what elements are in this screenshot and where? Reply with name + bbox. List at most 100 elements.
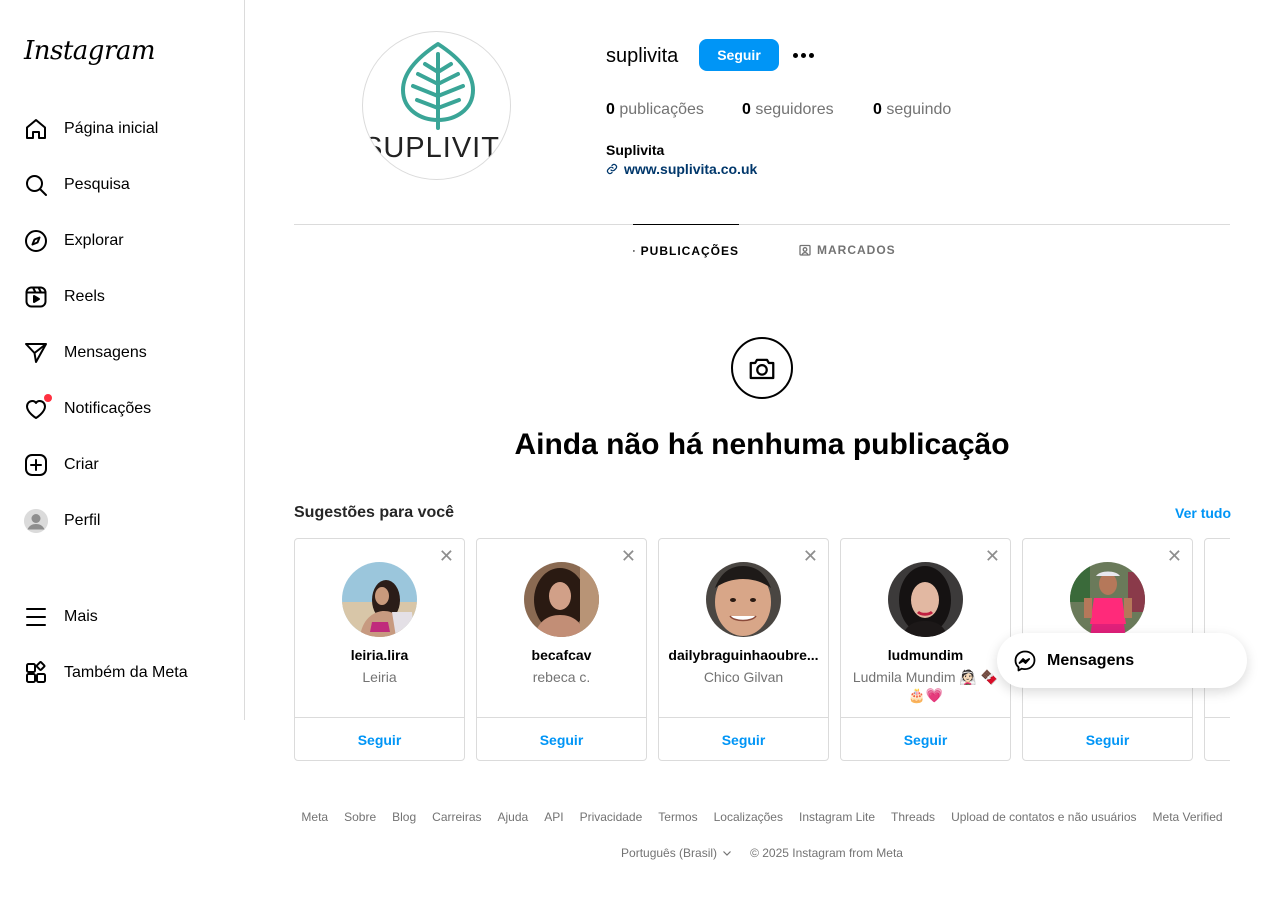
follow-suggestion-button[interactable]: Seguir	[477, 732, 646, 748]
footer-link[interactable]: Privacidade	[580, 810, 643, 824]
sidebar-item-reels[interactable]: Reels	[12, 273, 232, 321]
avatar[interactable]	[888, 562, 963, 637]
language-selector[interactable]: Português (Brasil)	[621, 846, 732, 860]
tagged-icon	[799, 244, 811, 256]
heart-icon	[24, 394, 52, 421]
avatar[interactable]	[706, 562, 781, 637]
messenger-icon	[1014, 650, 1036, 671]
footer-bottom: Português (Brasil) © 2025 Instagram from…	[294, 846, 1230, 860]
footer-link[interactable]: Meta Verified	[1153, 810, 1223, 824]
close-icon[interactable]: ✕	[803, 547, 818, 565]
home-icon	[24, 117, 48, 141]
copyright: © 2025 Instagram from Meta	[750, 846, 903, 860]
tab-posts[interactable]: PUBLICAÇÕES	[633, 224, 739, 276]
sidebar: Instagram Página inicial Pesquisa Explor…	[0, 0, 245, 720]
footer-links: Meta Sobre Blog Carreiras Ajuda API Priv…	[294, 810, 1230, 824]
sidebar-item-label: Também da Meta	[64, 664, 188, 681]
sidebar-item-label: Página inicial	[64, 120, 159, 137]
suggestion-name: Ludmila Mundim 👰🏻 🍫🎂💗	[852, 669, 999, 703]
notification-dot	[44, 394, 52, 402]
card-divider	[477, 717, 646, 718]
link-icon	[606, 163, 618, 175]
profile-divider	[294, 224, 1230, 225]
camera-icon	[731, 337, 793, 399]
card-divider	[1205, 717, 1230, 718]
sidebar-item-label: Mais	[64, 608, 98, 625]
tab-tagged[interactable]: MARCADOS	[799, 224, 896, 276]
suggestion-card: ✕ leiria.lira Leiria Seguir	[294, 538, 465, 761]
footer-link[interactable]: Meta	[301, 810, 328, 824]
footer-link[interactable]: Blog	[392, 810, 416, 824]
messages-floating-button[interactable]: Mensagens	[997, 633, 1247, 688]
sidebar-item-home[interactable]: Página inicial	[12, 105, 232, 153]
footer-link[interactable]: Threads	[891, 810, 935, 824]
profile-logo-text: SUPLIVITA	[363, 132, 511, 164]
card-divider	[659, 717, 828, 718]
follow-suggestion-button[interactable]: Seguir	[295, 732, 464, 748]
sidebar-item-search[interactable]: Pesquisa	[12, 161, 232, 209]
compass-icon	[24, 229, 48, 253]
sidebar-item-label: Criar	[64, 456, 99, 473]
sidebar-item-explore[interactable]: Explorar	[12, 217, 232, 265]
menu-icon	[24, 605, 48, 629]
sidebar-item-label: Perfil	[64, 512, 101, 529]
suggestions-title: Sugestões para você	[294, 504, 455, 521]
sidebar-item-notifications[interactable]: Notificações	[12, 385, 232, 433]
sidebar-item-also-from-meta[interactable]: Também da Meta	[12, 649, 232, 697]
suggestion-username[interactable]: ludmundim	[847, 647, 1004, 663]
grid-icon	[24, 661, 48, 685]
chevron-down-icon	[723, 851, 731, 856]
footer-link[interactable]: Instagram Lite	[799, 810, 875, 824]
close-icon[interactable]: ✕	[621, 547, 636, 565]
grid-icon	[633, 249, 635, 252]
followers-count[interactable]: 0 seguidores	[742, 101, 834, 119]
card-divider	[841, 717, 1010, 718]
profile-website-link[interactable]: www.suplivita.co.uk	[606, 161, 757, 177]
suggestion-name: rebeca c.	[532, 669, 591, 685]
card-divider	[1023, 717, 1192, 718]
suggestion-username[interactable]: becafcav	[483, 647, 640, 663]
footer-link[interactable]: Sobre	[344, 810, 376, 824]
avatar[interactable]	[524, 562, 599, 637]
footer-link[interactable]: Carreiras	[432, 810, 481, 824]
suggestion-username[interactable]: dailybraguinhaoubre...	[665, 647, 822, 663]
profile-username: suplivita	[606, 45, 679, 67]
posts-count: 0 publicações	[606, 101, 704, 118]
avatar[interactable]	[342, 562, 417, 637]
footer-link[interactable]: Localizações	[714, 810, 783, 824]
suggestion-username[interactable]: leiria.lira	[301, 647, 458, 663]
paper-plane-icon	[24, 341, 48, 365]
profile-full-name: Suplivita	[606, 142, 665, 158]
sidebar-item-messages[interactable]: Mensagens	[12, 329, 232, 377]
sidebar-item-label: Notificações	[64, 400, 152, 417]
suggestion-name: Leiria	[362, 669, 397, 685]
avatar[interactable]	[1070, 562, 1145, 637]
suggestion-card: ✕ dailybraguinhaoubre... Chico Gilvan Se…	[658, 538, 829, 761]
sidebar-item-more[interactable]: Mais	[12, 593, 232, 641]
see-all-link[interactable]: Ver tudo	[1175, 505, 1231, 521]
plus-square-icon	[24, 453, 48, 477]
instagram-logo[interactable]: Instagram	[24, 36, 156, 66]
close-icon[interactable]: ✕	[1167, 547, 1182, 565]
sidebar-item-label: Mensagens	[64, 344, 147, 361]
card-divider	[295, 717, 464, 718]
profile-picture[interactable]: SUPLIVITA	[362, 31, 511, 180]
following-count[interactable]: 0 seguindo	[873, 101, 951, 119]
sidebar-item-label: Pesquisa	[64, 176, 130, 193]
footer-link[interactable]: Ajuda	[498, 810, 529, 824]
follow-suggestion-button[interactable]: Seguir	[841, 732, 1010, 748]
reels-icon	[24, 285, 48, 309]
follow-suggestion-button[interactable]: Seguir	[1023, 732, 1192, 748]
suggestion-card: ✕ ludmundim Ludmila Mundim 👰🏻 🍫🎂💗 Seguir	[840, 538, 1011, 761]
sidebar-item-create[interactable]: Criar	[12, 441, 232, 489]
follow-suggestion-button[interactable]: Seguir	[659, 732, 828, 748]
follow-button[interactable]: Seguir	[699, 39, 779, 71]
more-options-icon[interactable]	[789, 42, 817, 68]
footer-link[interactable]: Upload de contatos e não usuários	[951, 810, 1136, 824]
sidebar-item-profile[interactable]: Perfil	[12, 497, 232, 545]
suggestion-name: Chico Gilvan	[703, 669, 784, 685]
footer-link[interactable]: Termos	[658, 810, 697, 824]
footer-link[interactable]: API	[544, 810, 563, 824]
close-icon[interactable]: ✕	[985, 547, 1000, 565]
close-icon[interactable]: ✕	[439, 547, 454, 565]
